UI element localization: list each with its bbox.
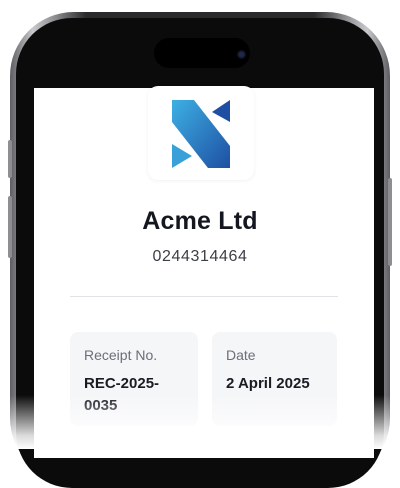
date-value: 2 April 2025: [226, 375, 310, 392]
company-phone: 0244314464: [152, 248, 248, 265]
divider: [70, 296, 338, 297]
volume-up-button: [8, 140, 12, 178]
bottom-fade: [0, 395, 400, 449]
date-label: Date: [226, 347, 256, 363]
receipt-number-label: Receipt No.: [84, 347, 158, 363]
dynamic-island: [154, 38, 250, 68]
camera-icon: [237, 50, 246, 59]
company-logo-icon: [172, 100, 230, 168]
company-logo: [148, 86, 254, 180]
company-name: Acme Ltd: [142, 207, 258, 235]
